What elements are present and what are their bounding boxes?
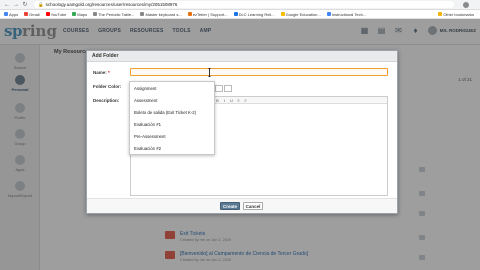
color-swatch[interactable] xyxy=(224,85,232,92)
bookmark-maps[interactable]: Maps xyxy=(72,12,87,17)
dialog-title: Add Folder xyxy=(87,51,397,62)
bookmark-keyboard[interactable]: Master keyboard s... xyxy=(140,12,182,17)
youtube-icon xyxy=(45,12,50,16)
profile-avatar[interactable] xyxy=(463,1,469,8)
folder-color-label: Folder Color: xyxy=(93,84,122,89)
create-button[interactable]: Create xyxy=(220,202,240,210)
bookmark-icon xyxy=(280,12,285,16)
align-icon[interactable]: ≡ xyxy=(243,98,248,103)
underline-icon[interactable]: U xyxy=(229,98,234,103)
cancel-button[interactable]: Cancel xyxy=(243,202,263,210)
bookmarks-bar: Apps Gmail YouTube Maps The Periodic Tab… xyxy=(0,10,480,19)
bookmark-google-edu[interactable]: Google Education... xyxy=(280,12,321,17)
dialog-footer: Create Cancel xyxy=(87,198,397,213)
browser-address-bar: ← → ↻ 🔒 schoology.uamgold.org/resources/… xyxy=(0,0,480,10)
folder-name-input[interactable] xyxy=(130,68,388,76)
other-bookmarks[interactable]: Other bookmarks xyxy=(438,12,474,17)
list-item[interactable]: Boleto de salida (Exit Ticket K-2) xyxy=(134,110,196,115)
list-item[interactable]: Assessment xyxy=(134,98,157,103)
list-item[interactable]: Pre-Assessment xyxy=(134,134,166,139)
bookmark-icon xyxy=(140,12,145,16)
maps-icon xyxy=(72,12,77,16)
color-swatch[interactable] xyxy=(215,85,223,92)
bold-icon[interactable]: B xyxy=(215,98,220,103)
url-text: schoology.uamgold.org/resources/user/res… xyxy=(45,2,178,7)
text-cursor-icon xyxy=(208,68,211,77)
bookmark-support[interactable]: ezTeber | Support... xyxy=(187,12,228,17)
list-item[interactable]: Evaluación #2 xyxy=(134,146,161,151)
bookmark-icon xyxy=(326,12,331,16)
folder-name-suggestions: Assignment Assessment Boleto de salida (… xyxy=(129,81,215,155)
list-icon[interactable]: ≡ xyxy=(236,98,241,103)
lock-icon: 🔒 xyxy=(38,2,44,7)
name-label: Name: * xyxy=(93,70,110,75)
bookmark-youtube[interactable]: YouTube xyxy=(45,12,66,17)
forward-icon[interactable]: → xyxy=(13,2,19,8)
list-item[interactable]: Assignment xyxy=(134,86,156,91)
bookmark-periodic-table[interactable]: The Periodic Table... xyxy=(93,12,134,17)
gmail-icon xyxy=(24,12,29,16)
italic-icon[interactable]: I xyxy=(222,98,227,103)
apps-icon xyxy=(4,12,8,16)
bookmark-gmail[interactable]: Gmail xyxy=(24,12,40,17)
bookmark-icon xyxy=(187,12,192,16)
bookmark-icon xyxy=(93,12,98,16)
bookmark-dlc[interactable]: DLC Learning Reli... xyxy=(233,12,275,17)
back-icon[interactable]: ← xyxy=(4,2,10,8)
bookmark-icon xyxy=(233,12,238,16)
reload-icon[interactable]: ↻ xyxy=(22,2,28,8)
list-item[interactable]: Evaluación #1 xyxy=(134,122,161,127)
add-folder-dialog: Add Folder Name: * Folder Color: Descrip… xyxy=(86,50,398,214)
folder-icon xyxy=(438,12,443,16)
url-field[interactable]: 🔒 schoology.uamgold.org/resources/user/r… xyxy=(34,1,454,8)
description-label: Description: xyxy=(93,98,120,103)
bookmark-apps[interactable]: Apps xyxy=(4,12,18,17)
bookmark-instructional-tech[interactable]: Instructional Tech... xyxy=(326,12,366,17)
